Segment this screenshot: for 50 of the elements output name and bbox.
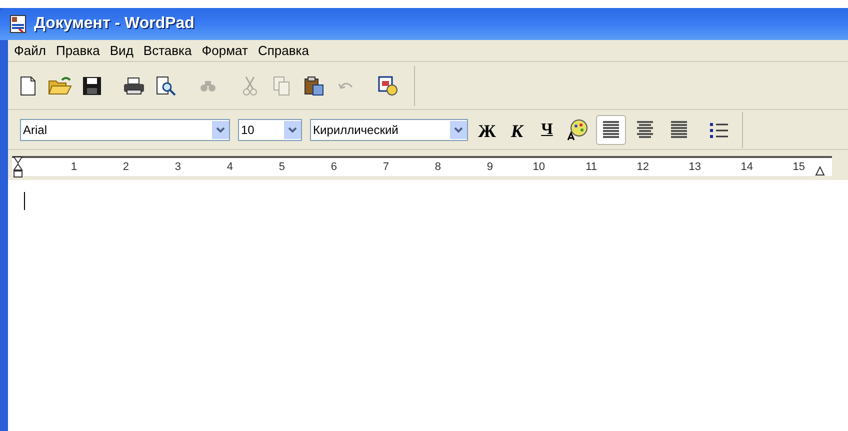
underline-button[interactable]: Ч: [536, 118, 558, 142]
toolbar-button[interactable]: [302, 74, 326, 98]
ruler-number: 12: [636, 160, 650, 175]
magnifier-page-icon: [156, 76, 176, 96]
ruler-number: 10: [532, 160, 546, 175]
bold-button[interactable]: Ж: [476, 118, 498, 142]
align-right-icon: [671, 121, 687, 138]
ruler-number: 8: [434, 160, 442, 175]
bullet-list-icon[interactable]: [710, 122, 728, 138]
calendar-clock-icon: [378, 76, 398, 96]
toolbar-button[interactable]: [154, 74, 178, 98]
align-center-icon: [637, 121, 653, 138]
right-indent-marker-icon[interactable]: [815, 166, 825, 176]
ruler-number: 2: [122, 160, 130, 175]
ruler-number: 9: [486, 160, 494, 175]
menu-item[interactable]: Вставка: [141, 40, 194, 60]
menu-item[interactable]: Вид: [108, 40, 136, 60]
blank-page-icon: [20, 76, 36, 96]
align-button[interactable]: [596, 114, 626, 144]
ruler-number: 7: [382, 160, 390, 175]
folder-icon: [48, 76, 72, 96]
ruler-number: 15: [792, 160, 806, 175]
script-dropdown[interactable]: Кириллический: [310, 118, 468, 140]
menu-item[interactable]: Справка: [256, 40, 311, 60]
printer-icon: [123, 76, 145, 96]
ruler-number: 5: [278, 160, 286, 175]
indent-marker-icon[interactable]: [13, 156, 23, 178]
menu-item[interactable]: Формат: [200, 40, 250, 60]
clipboard-icon: [304, 76, 324, 96]
menu-item[interactable]: Правка: [54, 40, 102, 60]
ruler-number: 11: [584, 160, 598, 175]
copy-icon: [273, 76, 291, 96]
ruler-number: 4: [226, 160, 234, 175]
ruler-number: 14: [740, 160, 754, 175]
align-left-icon: [603, 121, 619, 138]
menu-item[interactable]: Файл: [12, 40, 48, 60]
color-palette-icon[interactable]: [566, 118, 588, 140]
window-title: Документ - WordPad: [34, 14, 194, 34]
ruler-number: 3: [174, 160, 182, 175]
scissors-icon: [243, 76, 257, 96]
document-icon: [10, 15, 26, 33]
toolbar-button[interactable]: [376, 74, 400, 98]
font-dropdown[interactable]: Arial: [20, 118, 230, 140]
ruler-number: 13: [688, 160, 702, 175]
text-cursor: [24, 192, 25, 210]
binoculars-icon: [200, 78, 216, 92]
ruler-number: 6: [330, 160, 338, 175]
italic-button[interactable]: К: [506, 118, 528, 142]
size-dropdown[interactable]: 10: [238, 118, 302, 140]
ruler-number: 1: [70, 160, 78, 175]
